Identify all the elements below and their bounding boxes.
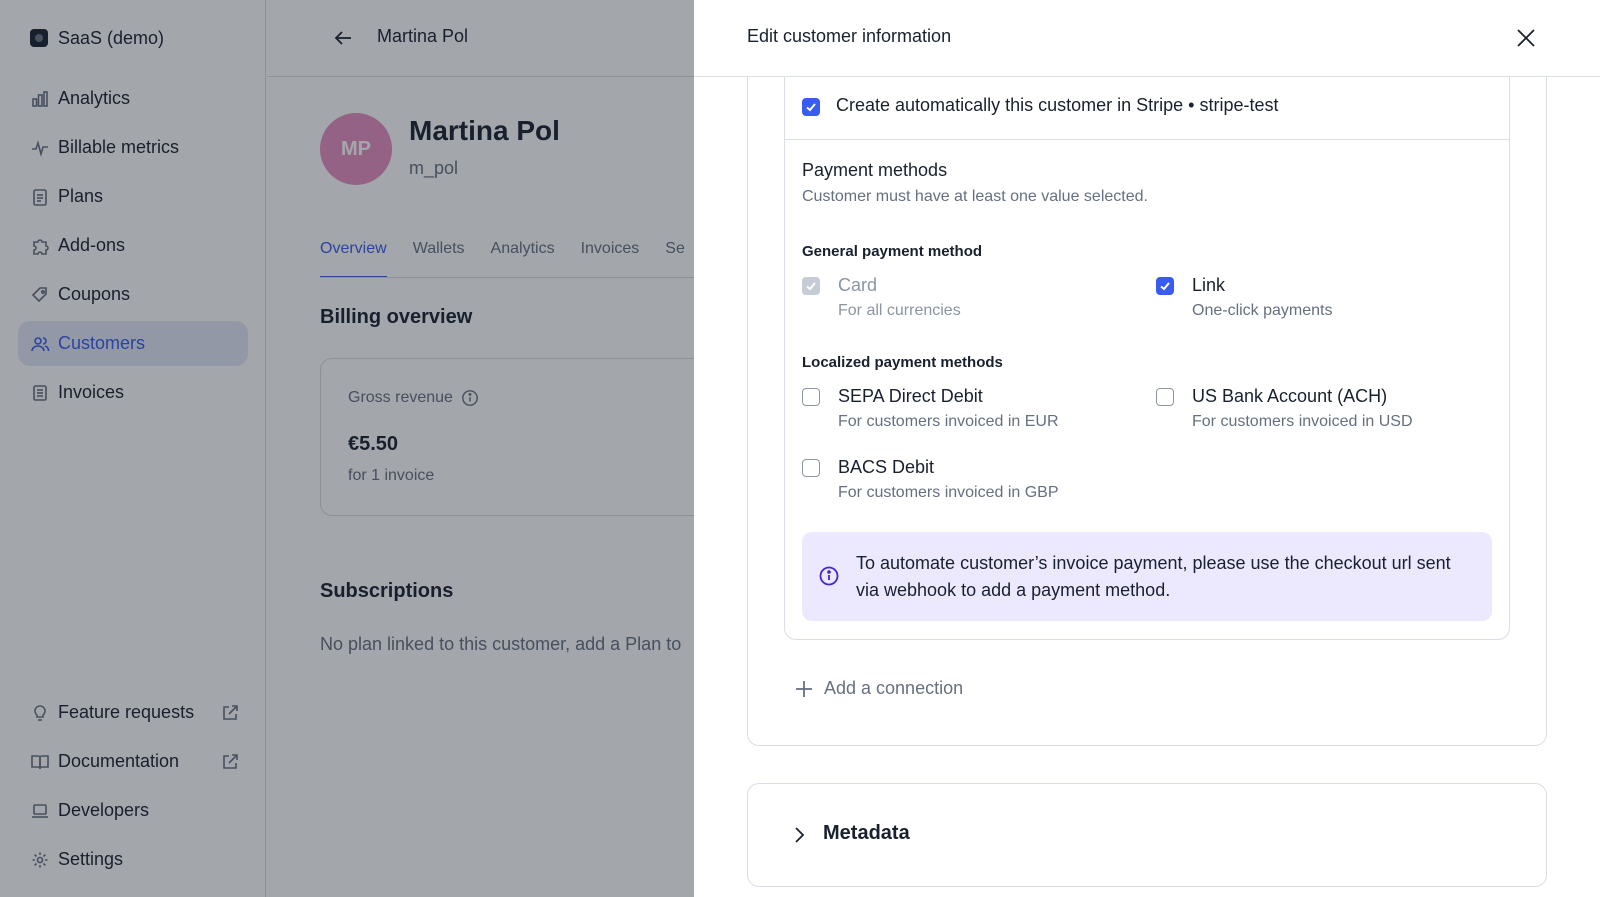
bacs-checkbox[interactable]: [802, 459, 820, 477]
close-icon[interactable]: [1512, 24, 1540, 52]
add-connection-label: Add a connection: [824, 678, 964, 698]
link-label: Link: [1192, 275, 1226, 295]
sepa-label: SEPA Direct Debit: [838, 386, 983, 406]
info-banner: To automate customer’s invoice payment, …: [802, 532, 1492, 621]
auto-create-row[interactable]: Create automatically this customer in St…: [802, 95, 1278, 116]
edit-customer-drawer: Create automatically this customer in St…: [694, 0, 1600, 897]
bacs-description: For customers invoiced in GBP: [838, 484, 1059, 501]
link-description: One-click payments: [1192, 302, 1333, 319]
check-icon: [806, 103, 816, 112]
localized-payment-label: Localized payment methods: [802, 354, 1003, 371]
payment-option-ach[interactable]: US Bank Account (ACH) For customers invo…: [1156, 385, 1413, 431]
divider: [784, 139, 1510, 140]
add-connection-button[interactable]: Add a connection: [794, 678, 963, 699]
drawer-header: Edit customer information: [694, 0, 1600, 77]
bacs-label: BACS Debit: [838, 457, 935, 477]
ach-label: US Bank Account (ACH): [1192, 386, 1388, 406]
drawer-title: Edit customer information: [747, 26, 952, 46]
plus-icon: [796, 680, 812, 697]
metadata-accordion[interactable]: Metadata: [747, 783, 1547, 887]
payment-option-link[interactable]: Link One-click payments: [1156, 274, 1333, 320]
ach-description: For customers invoiced in USD: [1192, 413, 1413, 430]
payment-option-sepa[interactable]: SEPA Direct Debit For customers invoiced…: [802, 385, 1059, 431]
link-checkbox[interactable]: [1156, 277, 1174, 295]
payment-option-card: Card For all currencies: [802, 274, 961, 320]
modal-overlay[interactable]: [0, 0, 694, 897]
metadata-title: Metadata: [823, 822, 910, 844]
info-banner-text: To automate customer’s invoice payment, …: [856, 553, 1451, 600]
check-icon: [1160, 282, 1170, 291]
info-icon: [819, 566, 839, 586]
chevron-right-icon: [795, 827, 805, 843]
ach-checkbox[interactable]: [1156, 388, 1174, 406]
check-icon: [806, 282, 816, 291]
payment-option-bacs[interactable]: BACS Debit For customers invoiced in GBP: [802, 456, 1059, 502]
card-checkbox: [802, 277, 820, 295]
general-payment-label: General payment method: [802, 243, 983, 260]
sepa-checkbox[interactable]: [802, 388, 820, 406]
auto-create-label: Create automatically this customer in St…: [836, 95, 1279, 115]
payment-methods-title: Payment methods: [802, 160, 948, 180]
card-description: For all currencies: [838, 302, 961, 319]
auto-create-checkbox[interactable]: [802, 98, 820, 116]
card-label: Card: [838, 275, 878, 295]
payment-methods-subtitle: Customer must have at least one value se…: [802, 188, 1148, 205]
sepa-description: For customers invoiced in EUR: [838, 413, 1059, 430]
